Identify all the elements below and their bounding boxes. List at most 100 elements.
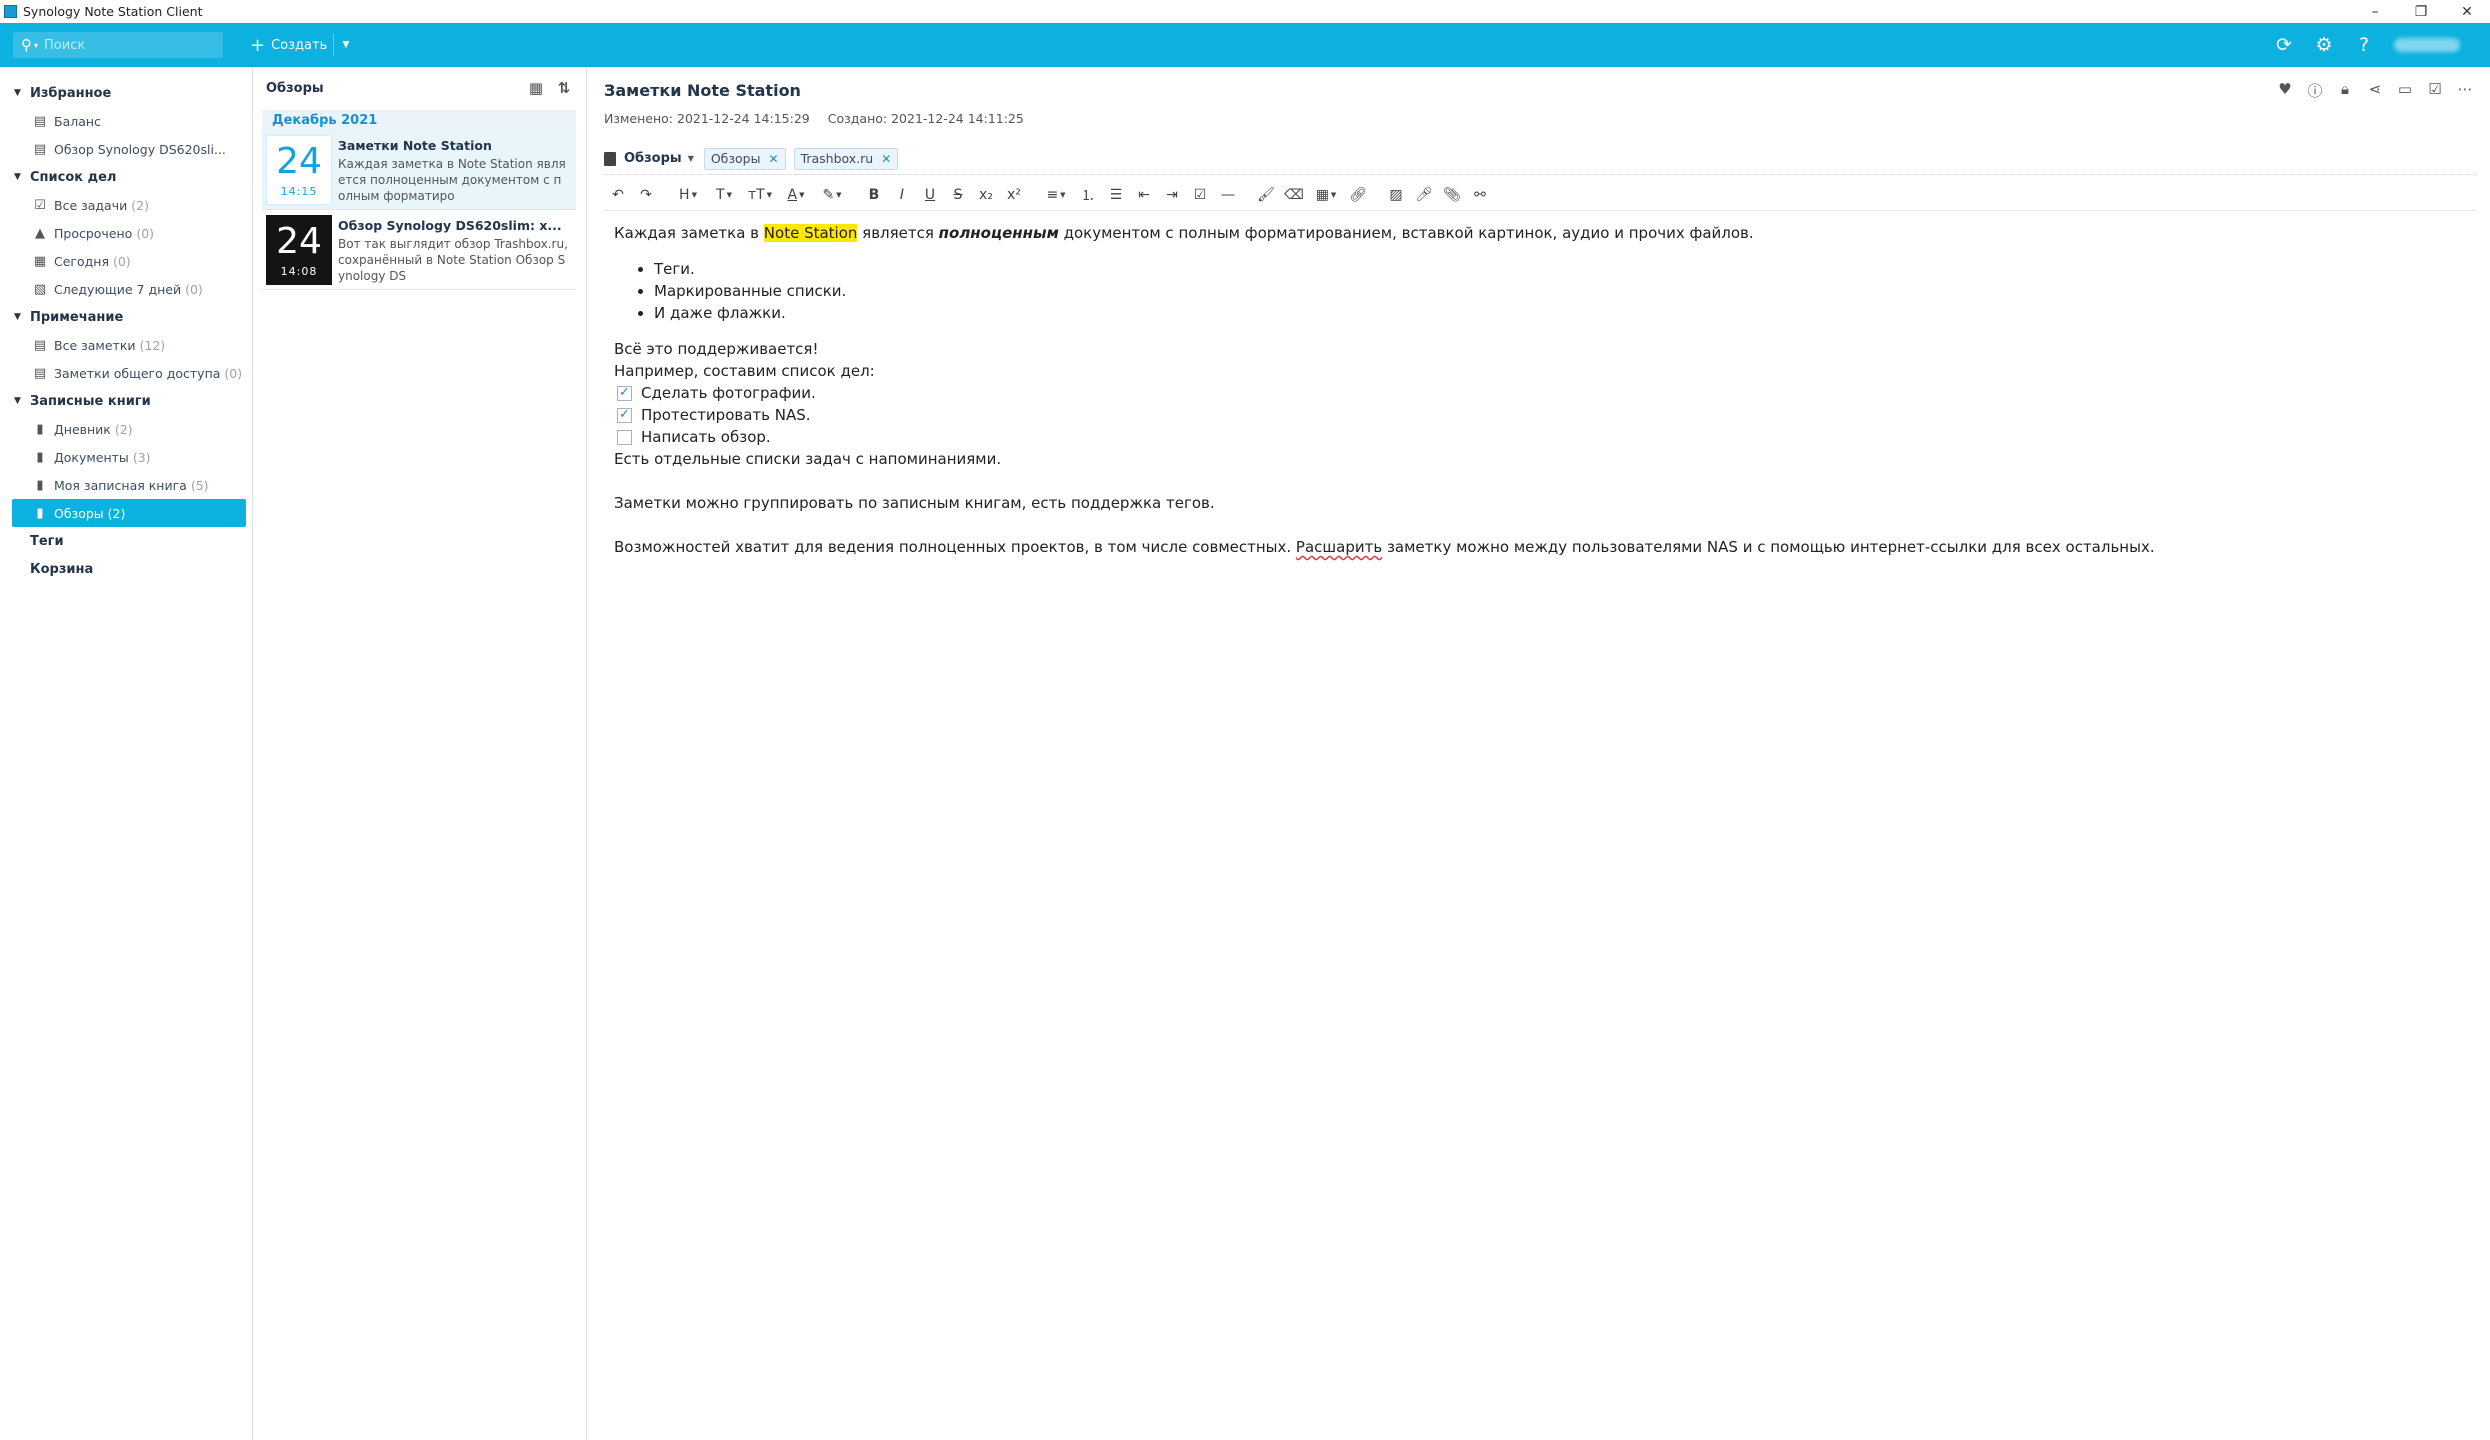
attachment-icon[interactable]: 📎︎	[1438, 181, 1466, 209]
notes-icon: ▤	[33, 337, 47, 353]
sidebar-item-all-tasks[interactable]: ☑ Все задачи (2)	[12, 191, 246, 219]
tag-chip[interactable]: Обзоры ✕	[703, 147, 786, 170]
note-card[interactable]: 24 14:15 Заметки Note Station Каждая зам…	[262, 130, 576, 210]
italic-icon[interactable]: I	[888, 181, 916, 209]
todo-checkbox-unchecked[interactable]	[617, 429, 632, 445]
underline-icon[interactable]: U	[916, 181, 944, 209]
note-card-title: Заметки Note Station	[338, 138, 492, 153]
search-icon[interactable]: ⚲	[21, 36, 32, 54]
tag-chip[interactable]: Trashbox.ru ✕	[793, 147, 899, 170]
sidebar-section-favorites[interactable]: ▼ Избранное	[0, 79, 252, 107]
note-date-badge: 24 14:15	[266, 135, 332, 205]
todo-checkbox-checked[interactable]: ✓	[617, 385, 632, 401]
superscript-icon[interactable]: x²	[1000, 181, 1028, 209]
paragraph: Всё это поддерживается!	[614, 340, 819, 358]
sidebar-item-balance[interactable]: ▤ Баланс	[12, 107, 246, 135]
more-icon[interactable]: ⋯	[2450, 80, 2480, 101]
remove-tag-icon[interactable]: ✕	[769, 152, 779, 166]
heading-icon[interactable]: H ▼	[670, 181, 706, 209]
note-title[interactable]: Заметки Note Station	[604, 81, 801, 100]
microphone-icon[interactable]: 🎤︎	[1410, 181, 1438, 209]
sidebar-section-todo[interactable]: ▼ Список дел	[0, 163, 252, 191]
restore-icon[interactable]: ❐	[2398, 0, 2444, 23]
undo-icon[interactable]: ↶	[604, 181, 632, 209]
minimize-icon[interactable]: –	[2352, 0, 2398, 23]
numbered-list-icon[interactable]: ⒈	[1074, 181, 1102, 209]
grid-view-icon[interactable]: ▦	[522, 79, 550, 97]
main-toolbar: ⚲ ▾ + Создать ▼ ⟳ ⚙ ?	[0, 23, 2490, 67]
outdent-icon[interactable]: ⇤	[1130, 181, 1158, 209]
table-icon[interactable]: ▦ ▼	[1308, 181, 1344, 209]
eraser-icon[interactable]: ⌫	[1280, 181, 1308, 209]
favorite-heart-icon[interactable]: ♥	[2270, 80, 2300, 101]
note-card[interactable]: 24 14:08 Обзор Synology DS620slim: х... …	[262, 210, 576, 290]
presentation-icon[interactable]: ▭	[2390, 80, 2420, 101]
image-icon[interactable]: ▨	[1382, 181, 1410, 209]
font-size-icon[interactable]: ᴛT ▼	[742, 181, 778, 209]
todo-check-icon[interactable]: ☑	[2420, 80, 2450, 101]
remove-tag-icon[interactable]: ✕	[881, 152, 891, 166]
sidebar-item-shared-notes[interactable]: ▤ Заметки общего доступа (0)	[12, 359, 246, 387]
paragraph: Например, составим список дел:	[614, 362, 875, 380]
search-input[interactable]	[44, 37, 195, 53]
sync-icon[interactable]: ⟳	[2264, 34, 2304, 56]
list-item: Теги.	[654, 258, 2460, 280]
sidebar-item-today[interactable]: ▦ Сегодня (0)	[12, 247, 246, 275]
sort-icon[interactable]: ⇅	[550, 79, 578, 97]
bold-italic-text: полноценным	[938, 224, 1059, 242]
text-color-icon[interactable]: A ▼	[778, 181, 814, 209]
share-icon[interactable]: ⋖	[2360, 80, 2390, 101]
settings-gear-icon[interactable]: ⚙	[2304, 34, 2344, 56]
search-options-chevron-icon[interactable]: ▾	[34, 41, 38, 50]
collapse-triangle-icon[interactable]: ▼	[14, 88, 30, 98]
redo-icon[interactable]: ↷	[632, 181, 660, 209]
sidebar-item-overdue[interactable]: ▲ Просрочено (0)	[12, 219, 246, 247]
find-binoculars-icon[interactable]: ⚯	[1466, 181, 1494, 209]
align-icon[interactable]: ≡ ▼	[1038, 181, 1074, 209]
modified-date: Изменено: 2021-12-24 14:15:29	[604, 111, 810, 126]
notebook-selector[interactable]: Обзоры ▼	[604, 151, 694, 166]
strikethrough-icon[interactable]: S	[944, 181, 972, 209]
lock-icon[interactable]: 🔒︎	[2330, 80, 2360, 101]
collapse-triangle-icon[interactable]: ▼	[14, 172, 30, 182]
bullet-list: Теги. Маркированные списки. И даже флажк…	[654, 258, 2460, 324]
sidebar-item-my-notebook[interactable]: ▮ Моя записная книга (5)	[12, 471, 246, 499]
indent-icon[interactable]: ⇥	[1158, 181, 1186, 209]
sidebar-item-synology-review[interactable]: ▤ Обзор Synology DS620sli...	[12, 135, 246, 163]
collapse-triangle-icon[interactable]: ▼	[14, 396, 30, 406]
collapse-triangle-icon[interactable]: ▼	[14, 312, 30, 322]
create-dropdown-chevron-icon[interactable]: ▼	[338, 32, 354, 58]
plus-icon: +	[250, 34, 266, 56]
create-button[interactable]: + Создать	[250, 32, 327, 58]
checkbox-insert-icon[interactable]: ☑	[1186, 181, 1214, 209]
info-icon[interactable]: ⓘ	[2300, 80, 2330, 101]
sidebar-trash[interactable]: Корзина	[0, 555, 252, 583]
sidebar-section-notebooks[interactable]: ▼ Записные книги	[0, 387, 252, 415]
user-account-button[interactable]	[2394, 38, 2460, 52]
todo-checkbox-checked[interactable]: ✓	[617, 407, 632, 423]
sidebar-item-all-notes[interactable]: ▤ Все заметки (12)	[12, 331, 246, 359]
sidebar-section-notes[interactable]: ▼ Примечание	[0, 303, 252, 331]
create-label: Создать	[271, 37, 328, 53]
help-icon[interactable]: ?	[2344, 34, 2384, 56]
horizontal-rule-icon[interactable]: —	[1214, 181, 1242, 209]
bulleted-list-icon[interactable]: ☰	[1102, 181, 1130, 209]
link-icon[interactable]: 🔗︎	[1344, 181, 1372, 209]
sidebar-item-diary[interactable]: ▮ Дневник (2)	[12, 415, 246, 443]
bold-icon[interactable]: B	[860, 181, 888, 209]
paragraph: Возможностей хватит для ведения полноцен…	[614, 538, 2155, 556]
sidebar-item-reviews[interactable]: ▮ Обзоры (2)	[12, 499, 246, 527]
notebook-icon	[604, 151, 616, 166]
format-painter-icon[interactable]: 🖌︎	[1252, 181, 1280, 209]
sidebar-item-next-7-days[interactable]: ▧ Следующие 7 дней (0)	[12, 275, 246, 303]
note-content[interactable]: Каждая заметка в Note Station является п…	[614, 222, 2460, 558]
sidebar-tags[interactable]: Теги	[0, 527, 252, 555]
sidebar-item-documents[interactable]: ▮ Документы (3)	[12, 443, 246, 471]
close-icon[interactable]: ✕	[2444, 0, 2490, 23]
highlighted-text: Note Station	[763, 224, 858, 242]
highlight-color-icon[interactable]: ✎ ▼	[814, 181, 850, 209]
subscript-icon[interactable]: x₂	[972, 181, 1000, 209]
notebook-and-tags-bar: Обзоры ▼ Обзоры ✕ Trashbox.ru ✕	[604, 143, 2476, 175]
search-box[interactable]: ⚲ ▾	[13, 32, 223, 58]
font-family-icon[interactable]: T ▼	[706, 181, 742, 209]
